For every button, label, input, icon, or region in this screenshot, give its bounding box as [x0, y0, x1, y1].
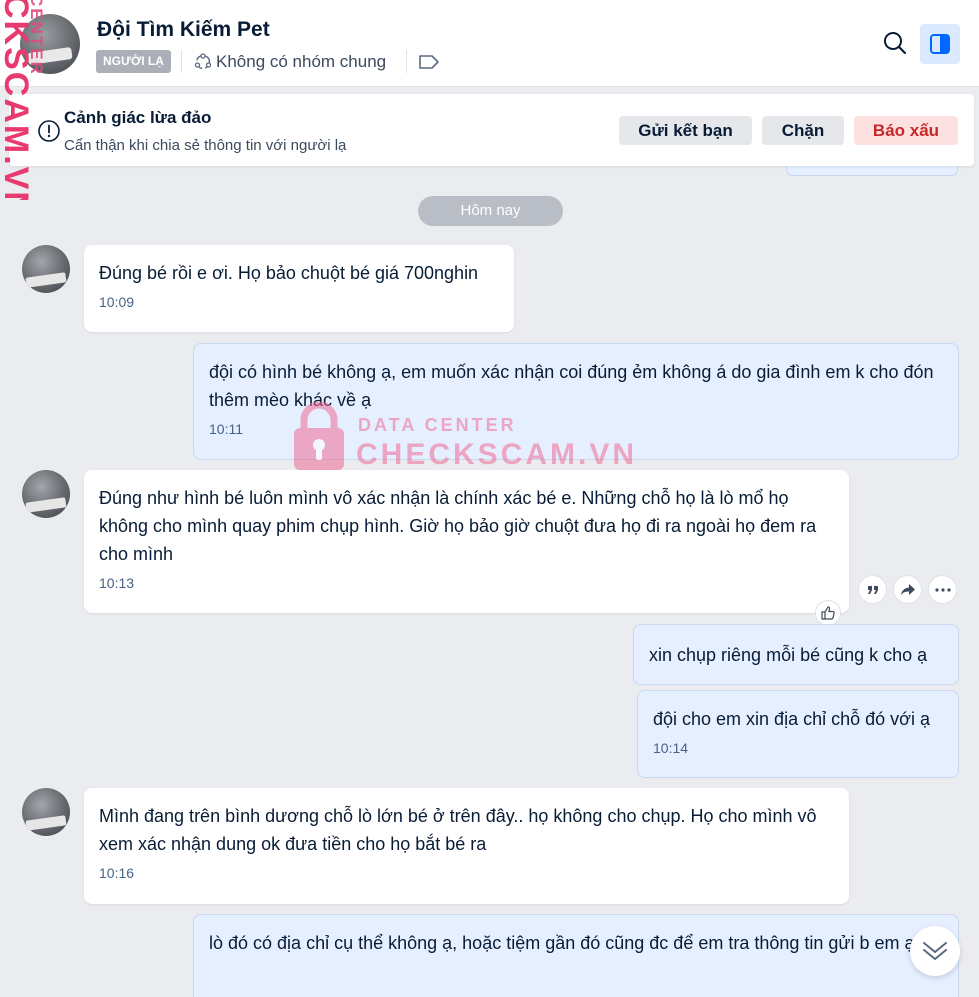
alert-icon	[38, 120, 60, 142]
message-outgoing[interactable]: lò đó có địa chỉ cụ thể không ạ, hoặc ti…	[193, 914, 959, 997]
message-time: 10:09	[99, 294, 135, 310]
more-button[interactable]	[928, 575, 957, 604]
stranger-badge: NGƯỜI LẠ	[96, 50, 171, 73]
sender-avatar[interactable]	[22, 245, 70, 293]
message-incoming[interactable]: Đúng như hình bé luôn mình vô xác nhận l…	[84, 470, 849, 613]
panel-toggle-icon	[930, 34, 950, 54]
message-actions	[858, 575, 957, 604]
warning-subtitle: Cẩn thận khi chia sẻ thông tin với người…	[64, 137, 347, 154]
message-text: Mình đang trên bình dương chỗ lò lớn bé …	[99, 806, 817, 854]
sender-avatar[interactable]	[22, 470, 70, 518]
common-groups[interactable]: Không có nhóm chung	[194, 50, 386, 74]
message-time: 10:13	[99, 575, 135, 591]
message-text: Đúng bé rồi e ơi. Họ bảo chuột bé giá 70…	[99, 263, 479, 283]
header-divider	[406, 50, 407, 73]
message-text: đội cho em xin địa chỉ chỗ đó với ạ	[653, 709, 930, 729]
message-text: Đúng như hình bé luôn mình vô xác nhận l…	[99, 488, 817, 564]
message-time: 10:14	[653, 740, 689, 756]
date-divider: Hôm nay	[418, 196, 563, 226]
sender-avatar[interactable]	[22, 788, 70, 836]
group-icon	[194, 53, 212, 70]
chat-header: Đội Tìm Kiếm Pet NGƯỜI LẠ Không có nhóm …	[0, 0, 979, 87]
message-incoming[interactable]: Mình đang trên bình dương chỗ lò lớn bé …	[84, 788, 849, 904]
common-groups-label: Không có nhóm chung	[216, 52, 387, 71]
report-button[interactable]: Báo xấu	[854, 116, 958, 145]
block-button[interactable]: Chặn	[762, 116, 844, 145]
add-friend-button[interactable]: Gửi kết bạn	[619, 116, 752, 145]
scroll-to-bottom-button[interactable]	[910, 926, 960, 976]
header-divider	[181, 50, 182, 73]
message-text: lò đó có địa chỉ cụ thể không ạ, hoặc ti…	[209, 933, 915, 953]
message-outgoing[interactable]: xin chụp riêng mỗi bé cũng k cho ạ	[633, 624, 959, 685]
message-time: 10:11	[209, 421, 243, 437]
warning-title: Cảnh giác lừa đảo	[64, 108, 212, 127]
message-incoming[interactable]: Đúng bé rồi e ơi. Họ bảo chuột bé giá 70…	[84, 245, 514, 332]
message-text: xin chụp riêng mỗi bé cũng k cho ạ	[649, 645, 928, 665]
contact-name[interactable]: Đội Tìm Kiếm Pet	[97, 18, 270, 42]
double-chevron-down-icon	[923, 942, 947, 960]
message-time: 10:16	[99, 865, 135, 881]
contact-avatar[interactable]	[20, 14, 80, 74]
thumbs-up-icon	[821, 606, 835, 620]
forward-icon	[900, 583, 915, 595]
message-outgoing[interactable]: đội cho em xin địa chỉ chỗ đó với ạ 10:1…	[637, 690, 959, 778]
react-button[interactable]	[815, 600, 841, 626]
message-text: đội có hình bé không ạ, em muốn xác nhận…	[209, 362, 934, 410]
quote-button[interactable]	[858, 575, 887, 604]
quote-icon	[867, 585, 878, 594]
more-icon	[934, 587, 951, 592]
forward-button[interactable]	[893, 575, 922, 604]
tag-icon[interactable]	[418, 54, 440, 70]
panel-toggle-button[interactable]	[920, 24, 960, 64]
scam-warning-banner: Cảnh giác lừa đảo Cẩn thận khi chia sẻ t…	[9, 94, 974, 166]
search-icon[interactable]	[880, 28, 910, 58]
message-outgoing[interactable]: đội có hình bé không ạ, em muốn xác nhận…	[193, 343, 959, 460]
